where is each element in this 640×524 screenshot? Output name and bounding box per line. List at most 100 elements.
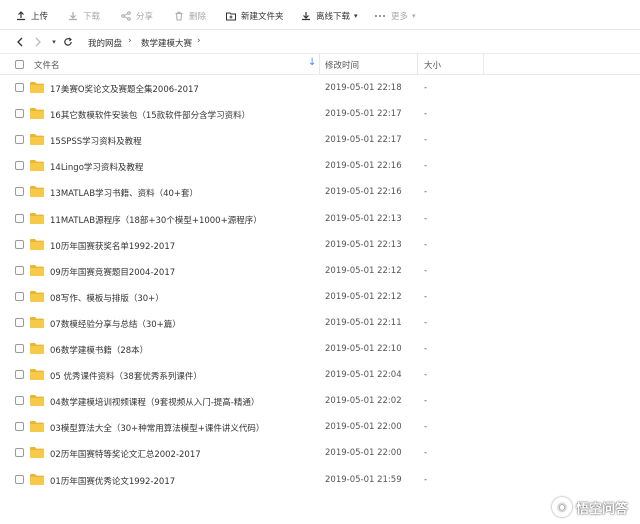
- file-row[interactable]: 13MATLAB学习书籍、资料（40+套） 2019-05-01 22:16 -: [0, 179, 640, 205]
- file-name[interactable]: 04数学建模培训视频课程（9套视频从入门-提高-精通）: [50, 396, 259, 408]
- file-row[interactable]: 03模型算法大全（30+种常用算法模型+课件讲义代码） 2019-05-01 22…: [0, 414, 640, 440]
- file-modified-time: 2019-05-01 22:16: [325, 187, 402, 198]
- file-name[interactable]: 14Lingo学习资料及教程: [50, 161, 143, 173]
- row-checkbox[interactable]: [15, 317, 24, 327]
- row-checkbox[interactable]: [15, 265, 24, 275]
- file-row[interactable]: 02历年国赛特等奖论文汇总2002-2017 2019-05-01 22:00 -: [0, 440, 640, 466]
- file-size: -: [424, 422, 428, 433]
- download-button[interactable]: 下载: [68, 9, 100, 22]
- file-name[interactable]: 08写作、模板与排版（30+）: [50, 292, 164, 304]
- row-checkbox[interactable]: [15, 109, 24, 119]
- file-row[interactable]: 17美赛O奖论文及赛题全集2006-2017 2019-05-01 22:18 -: [0, 75, 640, 101]
- file-name[interactable]: 17美赛O奖论文及赛题全集2006-2017: [50, 83, 199, 95]
- file-name[interactable]: 15SPSS学习资料及教程: [50, 135, 142, 147]
- folder-icon: [30, 369, 44, 381]
- file-row[interactable]: 05 优秀课件资料（38套优秀系列课件） 2019-05-01 22:04 -: [0, 362, 640, 388]
- breadcrumb-root[interactable]: 我的网盘: [88, 37, 122, 49]
- row-checkbox[interactable]: [15, 83, 24, 92]
- file-row[interactable]: 04数学建模培训视频课程（9套视频从入门-提高-精通） 2019-05-01 22…: [0, 388, 640, 414]
- file-row[interactable]: 15SPSS学习资料及教程 2019-05-01 22:17 -: [0, 127, 640, 153]
- delete-button[interactable]: 删除: [174, 9, 206, 22]
- new-folder-label: 新建文件夹: [241, 11, 284, 22]
- column-header-name[interactable]: 文件名: [34, 59, 60, 71]
- folder-icon: [30, 447, 44, 459]
- row-checkbox[interactable]: [15, 422, 24, 432]
- upload-label: 上传: [31, 11, 49, 22]
- file-row[interactable]: 10历年国赛获奖名单1992-2017 2019-05-01 22:13 -: [0, 232, 640, 258]
- file-name[interactable]: 10历年国赛获奖名单1992-2017: [50, 240, 175, 252]
- download-icon: [68, 11, 78, 21]
- upload-button[interactable]: 上传: [16, 9, 48, 22]
- row-checkbox[interactable]: [15, 239, 24, 249]
- file-row[interactable]: 07数模经验分享与总结（30+篇） 2019-05-01 22:11 -: [0, 310, 640, 336]
- back-icon[interactable]: [14, 36, 26, 48]
- folder-icon: [30, 108, 44, 120]
- file-size: -: [424, 239, 428, 250]
- file-name[interactable]: 09历年国赛竞赛题目2004-2017: [50, 266, 175, 278]
- new-folder-icon: [226, 11, 236, 21]
- column-header-size[interactable]: 大小: [424, 59, 441, 71]
- new-folder-button[interactable]: 新建文件夹: [226, 9, 284, 22]
- file-size: -: [424, 109, 428, 120]
- toolbar: 上传 下载 分享 删除 新建文件夹 离线下载 ▾ 更多 ▾: [0, 0, 640, 30]
- row-checkbox[interactable]: [15, 135, 24, 145]
- row-checkbox[interactable]: [15, 187, 24, 197]
- file-name[interactable]: 02历年国赛特等奖论文汇总2002-2017: [50, 448, 201, 460]
- file-name[interactable]: 11MATLAB源程序（18部+30个模型+1000+源程序）: [50, 214, 262, 226]
- file-size: -: [424, 213, 428, 224]
- refresh-icon[interactable]: [62, 36, 74, 48]
- more-button[interactable]: 更多 ▾: [374, 9, 416, 22]
- file-modified-time: 2019-05-01 22:13: [325, 213, 402, 224]
- file-size: -: [424, 474, 428, 485]
- more-icon: [374, 11, 386, 21]
- select-all-checkbox[interactable]: [15, 60, 24, 69]
- file-row[interactable]: 01历年国赛优秀论文1992-2017 2019-05-01 21:59 -: [0, 467, 640, 493]
- share-button[interactable]: 分享: [121, 9, 153, 22]
- file-name[interactable]: 06数学建模书籍（28本）: [50, 344, 148, 356]
- share-label: 分享: [136, 11, 154, 22]
- folder-icon: [30, 134, 44, 146]
- breadcrumb-current[interactable]: 数学建模大赛: [141, 37, 192, 49]
- file-row[interactable]: 14Lingo学习资料及教程 2019-05-01 22:16 -: [0, 153, 640, 179]
- file-modified-time: 2019-05-01 22:04: [325, 370, 402, 381]
- download-label: 下载: [83, 11, 101, 22]
- file-size: -: [424, 265, 428, 276]
- file-row[interactable]: 08写作、模板与排版（30+） 2019-05-01 22:12 -: [0, 284, 640, 310]
- watermark-logo: ◉ 悟空问答: [551, 497, 628, 517]
- watermark-text: 悟空问答: [575, 501, 628, 517]
- file-modified-time: 2019-05-01 22:18: [325, 83, 402, 93]
- offline-download-icon: [301, 11, 311, 21]
- file-name[interactable]: 03模型算法大全（30+种常用算法模型+课件讲义代码）: [50, 422, 264, 434]
- history-dropdown-icon[interactable]: ▾: [48, 36, 60, 48]
- file-row[interactable]: 16其它数模软件安装包（15款软件部分含学习资料） 2019-05-01 22:1…: [0, 101, 640, 127]
- file-size: -: [424, 83, 428, 93]
- row-checkbox[interactable]: [15, 448, 24, 458]
- row-checkbox[interactable]: [15, 474, 24, 484]
- file-row[interactable]: 09历年国赛竞赛题目2004-2017 2019-05-01 22:12 -: [0, 258, 640, 284]
- file-name[interactable]: 05 优秀课件资料（38套优秀系列课件）: [50, 370, 202, 382]
- file-modified-time: 2019-05-01 22:00: [325, 448, 402, 459]
- file-row[interactable]: 11MATLAB源程序（18部+30个模型+1000+源程序） 2019-05-0…: [0, 206, 640, 232]
- column-header-modified[interactable]: 修改时间: [325, 59, 359, 71]
- forward-icon[interactable]: [32, 36, 44, 48]
- column-divider[interactable]: [483, 54, 484, 75]
- share-icon: [121, 10, 131, 21]
- file-name[interactable]: 13MATLAB学习书籍、资料（40+套）: [50, 187, 198, 199]
- column-divider[interactable]: [319, 54, 320, 75]
- row-checkbox[interactable]: [15, 291, 24, 301]
- file-row[interactable]: 06数学建模书籍（28本） 2019-05-01 22:10 -: [0, 336, 640, 362]
- file-list-header: 文件名 ↓ 修改时间 大小: [0, 54, 640, 75]
- column-divider[interactable]: [417, 54, 418, 75]
- row-checkbox[interactable]: [15, 161, 24, 171]
- upload-icon: [16, 10, 26, 21]
- file-name[interactable]: 07数模经验分享与总结（30+篇）: [50, 318, 181, 330]
- offline-download-button[interactable]: 离线下载 ▾: [301, 9, 358, 22]
- row-checkbox[interactable]: [15, 370, 24, 380]
- row-checkbox[interactable]: [15, 213, 24, 223]
- row-checkbox[interactable]: [15, 396, 24, 406]
- file-name[interactable]: 16其它数模软件安装包（15款软件部分含学习资料）: [50, 109, 250, 121]
- row-checkbox[interactable]: [15, 344, 24, 353]
- watermark-icon: ◉: [551, 497, 572, 517]
- sort-descending-icon[interactable]: ↓: [308, 57, 316, 68]
- file-name[interactable]: 01历年国赛优秀论文1992-2017: [50, 475, 175, 487]
